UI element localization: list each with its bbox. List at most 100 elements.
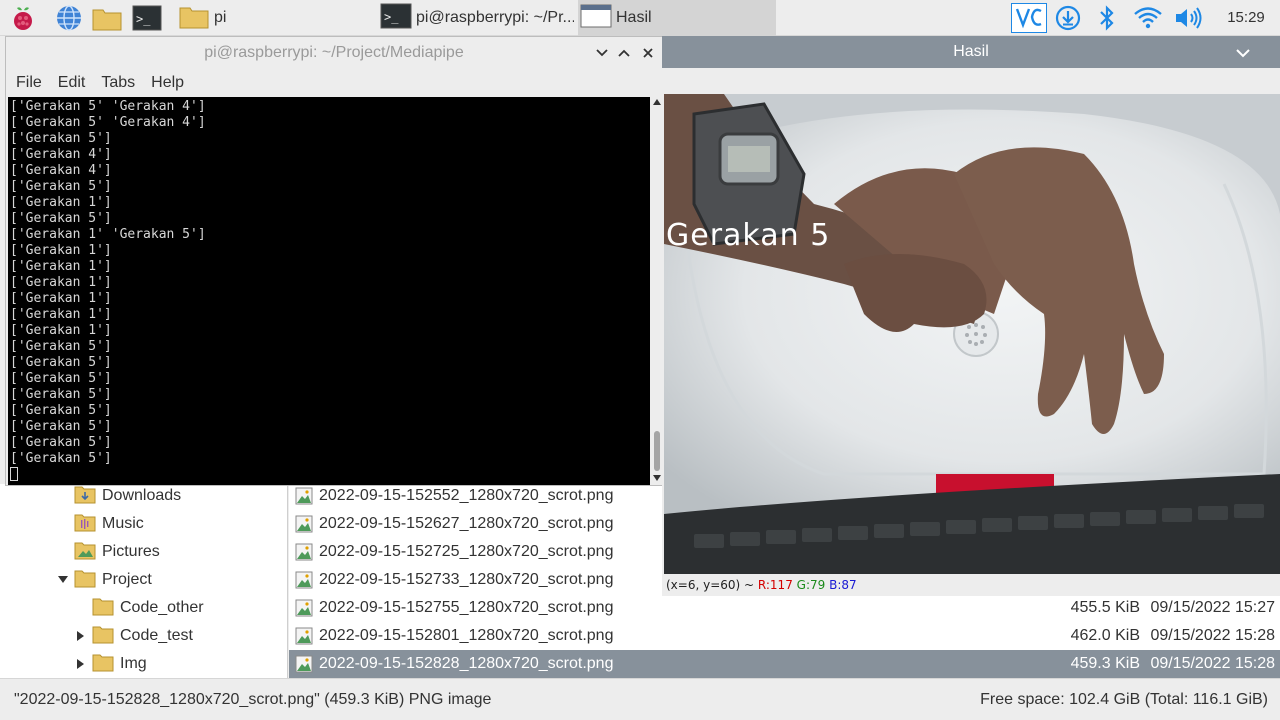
camera-frame[interactable]: Gerakan 5 [664,94,1280,574]
tree-item-label: Music [102,515,144,532]
terminal-line: ['Gerakan 5' 'Gerakan 4'] [10,115,206,130]
tree-item-label: Code_test [120,627,193,644]
terminal-line: ['Gerakan 5'] [10,179,112,194]
tree-item-code-test[interactable]: Code_test [76,622,193,650]
image-file-icon [295,515,313,533]
terminal-line: ['Gerakan 5'] [10,387,112,402]
bluetooth-icon[interactable] [1094,3,1120,33]
tree-item-label: Pictures [102,543,160,560]
task-hasil[interactable]: Hasil [578,0,776,36]
terminal-line: ['Gerakan 1'] [10,307,112,322]
terminal-line: ['Gerakan 1' 'Gerakan 5'] [10,227,206,242]
file-name: 2022-09-15-152828_1280x720_scrot.png [319,655,614,672]
terminal-line: ['Gerakan 5'] [10,211,112,226]
chevron-down-icon[interactable] [1236,46,1250,60]
menubar: File Edit Tabs Help [6,69,662,97]
terminal-scrollbar[interactable] [652,97,662,485]
terminal-line: ['Gerakan 1'] [10,195,112,210]
terminal-line: ['Gerakan 5'] [10,419,112,434]
window-title[interactable]: Hasil [662,36,1280,68]
image-file-icon [295,599,313,617]
terminal-line: ['Gerakan 5'] [10,339,112,354]
task-file-manager[interactable]: pi [176,0,370,36]
task-terminal[interactable]: >_ pi@raspberrypi: ~/Pr... [378,0,574,36]
folder-icon [74,568,96,593]
terminal-icon: >_ [380,3,412,34]
hasil-window: Hasil Gerakan 5 (x=6, y=60) ~ R:117 G:79… [662,36,1280,596]
scroll-down-icon[interactable] [653,475,661,481]
close-icon[interactable] [640,45,656,61]
file-date: 09/15/2022 15:28 [1150,627,1275,644]
raspberry-menu-icon[interactable] [8,3,38,33]
camera-frame-image [664,94,1280,574]
task-label: Hasil [616,9,652,26]
tree-item-code-other[interactable]: Code_other [92,594,204,622]
image-file-icon [295,571,313,589]
terminal-line: ['Gerakan 5'] [10,131,112,146]
terminal-line: ['Gerakan 5'] [10,355,112,370]
terminal-line: ['Gerakan 4'] [10,147,112,162]
tree-item-label: Img [120,655,147,672]
collapsed-arrow-icon[interactable] [76,631,86,641]
wifi-icon[interactable] [1131,3,1165,33]
maximize-icon[interactable] [616,45,632,61]
tree-item-downloads[interactable]: Downloads [74,482,181,510]
tree-item-music[interactable]: Music [74,510,144,538]
collapsed-arrow-icon[interactable] [76,659,86,669]
free-space-info: Free space: 102.4 GiB (Total: 116.1 GiB) [980,691,1268,708]
image-file-icon [295,655,313,673]
tree-item-project[interactable]: Project [58,566,152,594]
clock[interactable]: 15:29 [1216,0,1276,36]
tree-item-img[interactable]: Img [76,650,147,678]
minimize-icon[interactable] [594,45,610,61]
menu-edit[interactable]: Edit [56,74,94,92]
file-name: 2022-09-15-152627_1280x720_scrot.png [319,515,614,532]
pixel-blue-value: B:87 [829,578,857,592]
pictures-folder-icon [74,540,96,565]
file-date: 09/15/2022 15:27 [1150,599,1275,616]
terminal-line: ['Gerakan 1'] [10,323,112,338]
folder-tree: Downloads Music Pictures Project Code_ot… [0,484,288,678]
volume-icon[interactable] [1172,3,1204,33]
file-row[interactable]: 2022-09-15-152801_1280x720_scrot.png 462… [289,622,1280,650]
pixel-green-value: G:79 [796,578,826,592]
file-name: 2022-09-15-152733_1280x720_scrot.png [319,571,614,588]
download-updates-icon[interactable] [1053,3,1083,33]
gesture-label: Gerakan 5 [666,218,831,253]
pixel-coords: (x=6, y=60) ~ [666,578,758,592]
file-row-selected[interactable]: 2022-09-15-152828_1280x720_scrot.png 459… [289,650,1280,678]
tree-item-pictures[interactable]: Pictures [74,538,160,566]
window-title[interactable]: pi@raspberrypi: ~/Project/Mediapipe [6,37,662,69]
pixel-red-value: R:117 [757,578,793,592]
svg-text:>_: >_ [384,10,399,24]
terminal-lines: ['Gerakan 5' 'Gerakan 4'] ['Gerakan 5' 'G… [10,99,206,467]
downloads-folder-icon [74,484,96,509]
terminal-launcher-icon[interactable]: >_ [132,3,162,33]
terminal-line: ['Gerakan 4'] [10,163,112,178]
file-row[interactable]: 2022-09-15-152755_1280x720_scrot.png 455… [289,594,1280,622]
pixel-info-statusbar: (x=6, y=60) ~ R:117 G:79 B:87 [662,574,1280,596]
folder-icon [92,596,114,621]
file-size: 462.0 KiB [1070,627,1140,644]
menu-help[interactable]: Help [149,74,192,92]
selection-info: "2022-09-15-152828_1280x720_scrot.png" (… [14,691,492,708]
scroll-up-icon[interactable] [653,99,661,105]
file-manager-icon[interactable] [92,3,122,33]
expanded-arrow-icon[interactable] [58,575,68,585]
image-file-icon [295,627,313,645]
menu-tabs[interactable]: Tabs [99,74,143,92]
task-label: pi [214,9,227,26]
file-size: 459.3 KiB [1070,655,1140,672]
svg-text:>_: >_ [136,12,151,26]
terminal-cursor [10,467,18,481]
terminal-output[interactable]: ['Gerakan 5' 'Gerakan 4'] ['Gerakan 5' 'G… [8,97,650,485]
file-name: 2022-09-15-152552_1280x720_scrot.png [319,487,614,504]
tree-item-label: Code_other [120,599,204,616]
menu-file[interactable]: File [14,74,50,92]
image-toolbar [662,68,1280,94]
vnc-server-icon[interactable] [1011,3,1047,33]
web-browser-icon[interactable] [54,3,84,33]
task-label: pi@raspberrypi: ~/Pr... [416,9,574,26]
scrollbar-thumb[interactable] [654,431,660,471]
terminal-line: ['Gerakan 5'] [10,403,112,418]
